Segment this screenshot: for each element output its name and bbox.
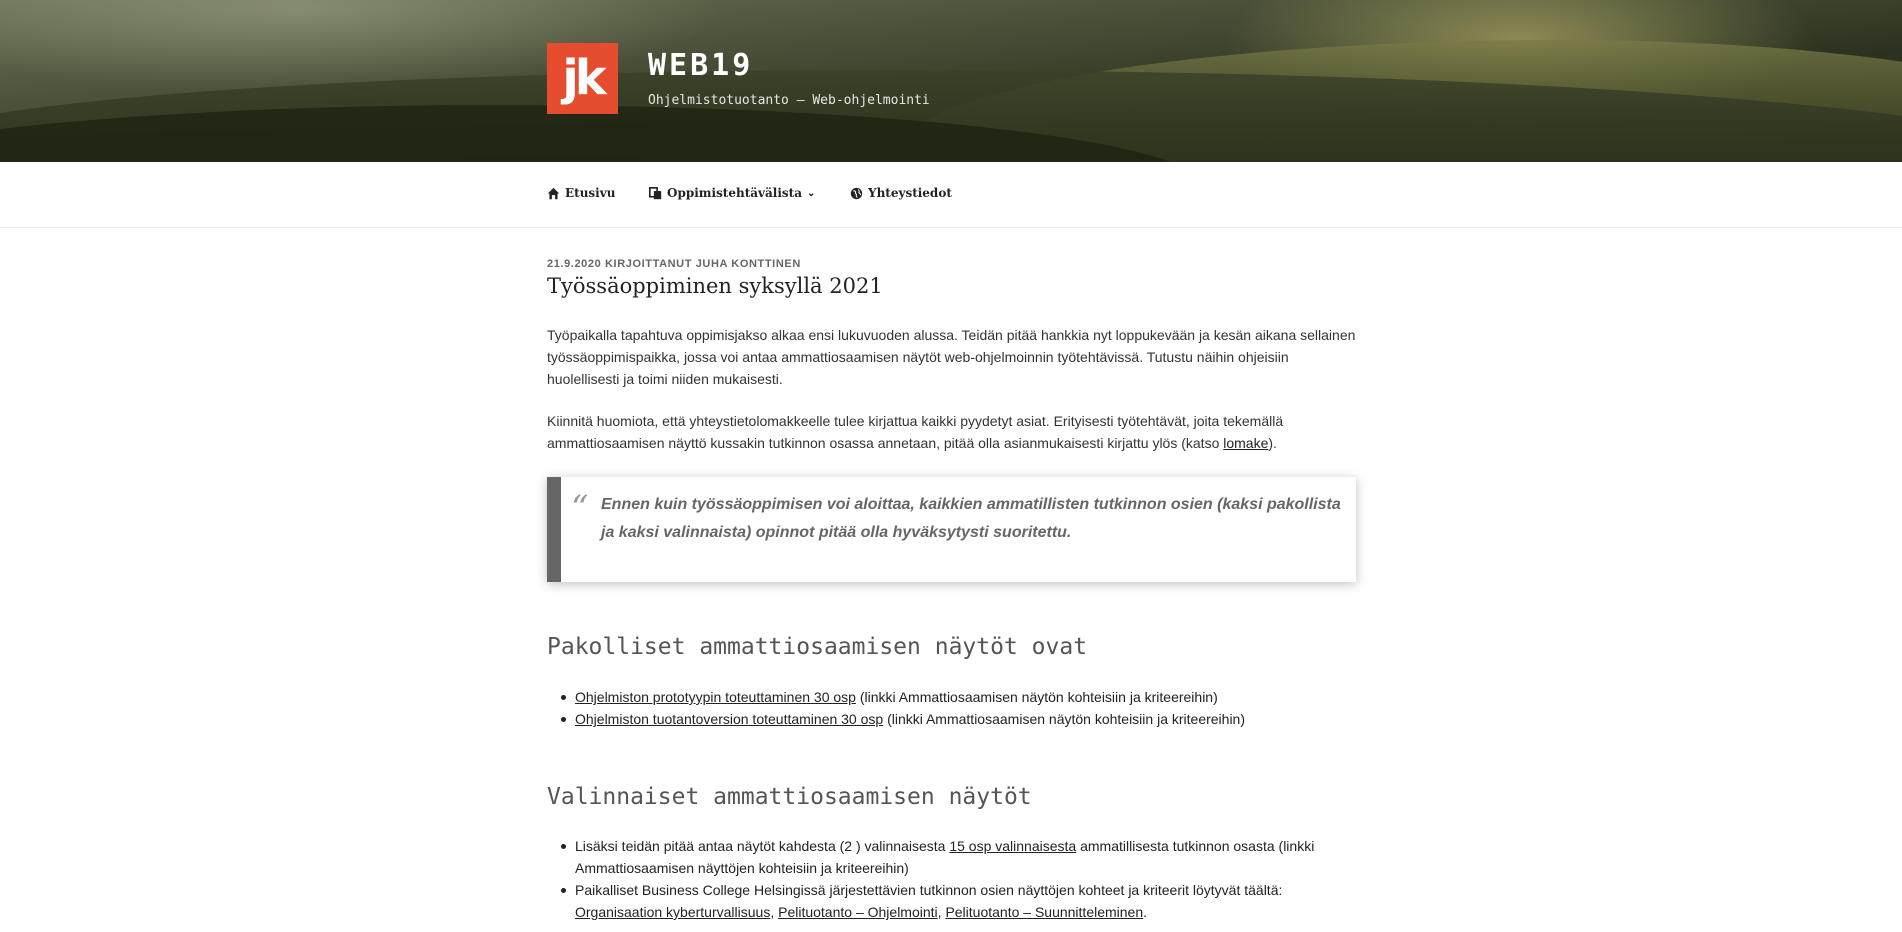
site-description: Ohjelmistotuotanto – Web-ohjelmointi [648,93,930,108]
post-author[interactable]: JUHA KONTTINEN [696,258,801,270]
form-link[interactable]: lomake [1223,435,1268,451]
post-meta: 21.9.2020 KIRJOITTANUT JUHA KONTTINEN [547,258,1357,270]
post-byline: KIRJOITTANUT [605,258,693,270]
main-navigation: Etusivu Oppimistehtävälista ⌄ Yhteystied… [0,162,1902,228]
quote-text: Ennen kuin työssäoppimisen voi aloittaa,… [601,496,1341,541]
list-item-text: (linkki Ammattiosaamisen näytön kohteisi… [883,711,1246,727]
paragraph-text: Kiinnitä huomiota, että yhteystietolomak… [547,413,1284,451]
paragraph-intro: Työpaikalla tapahtuva oppimisjakso alkaa… [547,327,1356,387]
copy-icon [649,186,662,199]
header-banner: jk WEB19 Ohjelmistotuotanto – Web-ohjelm… [0,0,1902,162]
quote-icon: “ [571,488,589,528]
chevron-down-icon[interactable]: ⌄ [807,188,815,199]
globe-icon [850,187,863,199]
paragraph-form-note: Kiinnitä huomiota, että yhteystietolomak… [547,410,1357,454]
elective-list: Lisäksi teidän pitää antaa näytöt kahdes… [561,835,1357,923]
post-content: 21.9.2020 KIRJOITTANUT JUHA KONTTINEN Ty… [547,258,1357,920]
list-item-link[interactable]: Ohjelmiston prototyypin toteuttaminen 30… [575,689,856,705]
nav-item-label: Oppimistehtävälista [667,186,802,200]
list-item: Ohjelmiston tuotantoversion toteuttamine… [561,708,1357,730]
nav-item-etusivu[interactable]: Etusivu [547,186,615,200]
post-title: Työssäoppiminen syksyllä 2021 [547,274,883,298]
blockquote: “ Ennen kuin työssäoppimisen voi aloitta… [547,477,1356,582]
paragraph-text: ). [1268,435,1277,451]
list-item-text: Paikalliset Business College Helsingissä… [575,882,1283,898]
list-item-link[interactable]: 15 osp valinnaisesta [949,838,1076,854]
section-heading-mandatory: Pakolliset ammattiosaamisen näytöt ovat [547,634,1088,660]
list-item-text: , [770,904,779,920]
list-item: Paikalliset Business College Helsingissä… [561,879,1357,923]
list-item-link[interactable]: Ohjelmiston tuotantoversion toteuttamine… [575,711,883,727]
section-heading-elective: Valinnaiset ammattiosaamisen näytöt [547,784,1032,810]
nav-item-label: Yhteystiedot [868,186,952,200]
post-date[interactable]: 21.9.2020 [547,258,601,270]
nav-item-label: Etusivu [565,186,616,200]
list-item: Ohjelmiston prototyypin toteuttaminen 30… [561,686,1357,708]
list-item: Lisäksi teidän pitää antaa näytöt kahdes… [561,835,1357,879]
list-item-link[interactable]: Organisaation kyberturvallisuus [575,904,770,920]
site-title[interactable]: WEB19 [648,48,753,83]
list-item-text: Lisäksi teidän pitää antaa näytöt kahdes… [575,838,950,854]
nav-item-yhteystiedot[interactable]: Yhteystiedot [850,186,952,200]
list-item-link[interactable]: Pelituotanto – Suunnitteleminen [945,904,1143,920]
list-item-link[interactable]: Pelituotanto – Ohjelmointi [778,904,938,920]
nav-item-oppimistehtavalista[interactable]: Oppimistehtävälista ⌄ [649,186,815,200]
list-item-text: (linkki Ammattiosaamisen näytön kohteisi… [855,689,1218,705]
site-logo[interactable]: jk [547,43,618,114]
mandatory-list: Ohjelmiston prototyypin toteuttaminen 30… [561,686,1357,730]
list-item-text: . [1143,904,1148,920]
home-icon [547,187,560,199]
